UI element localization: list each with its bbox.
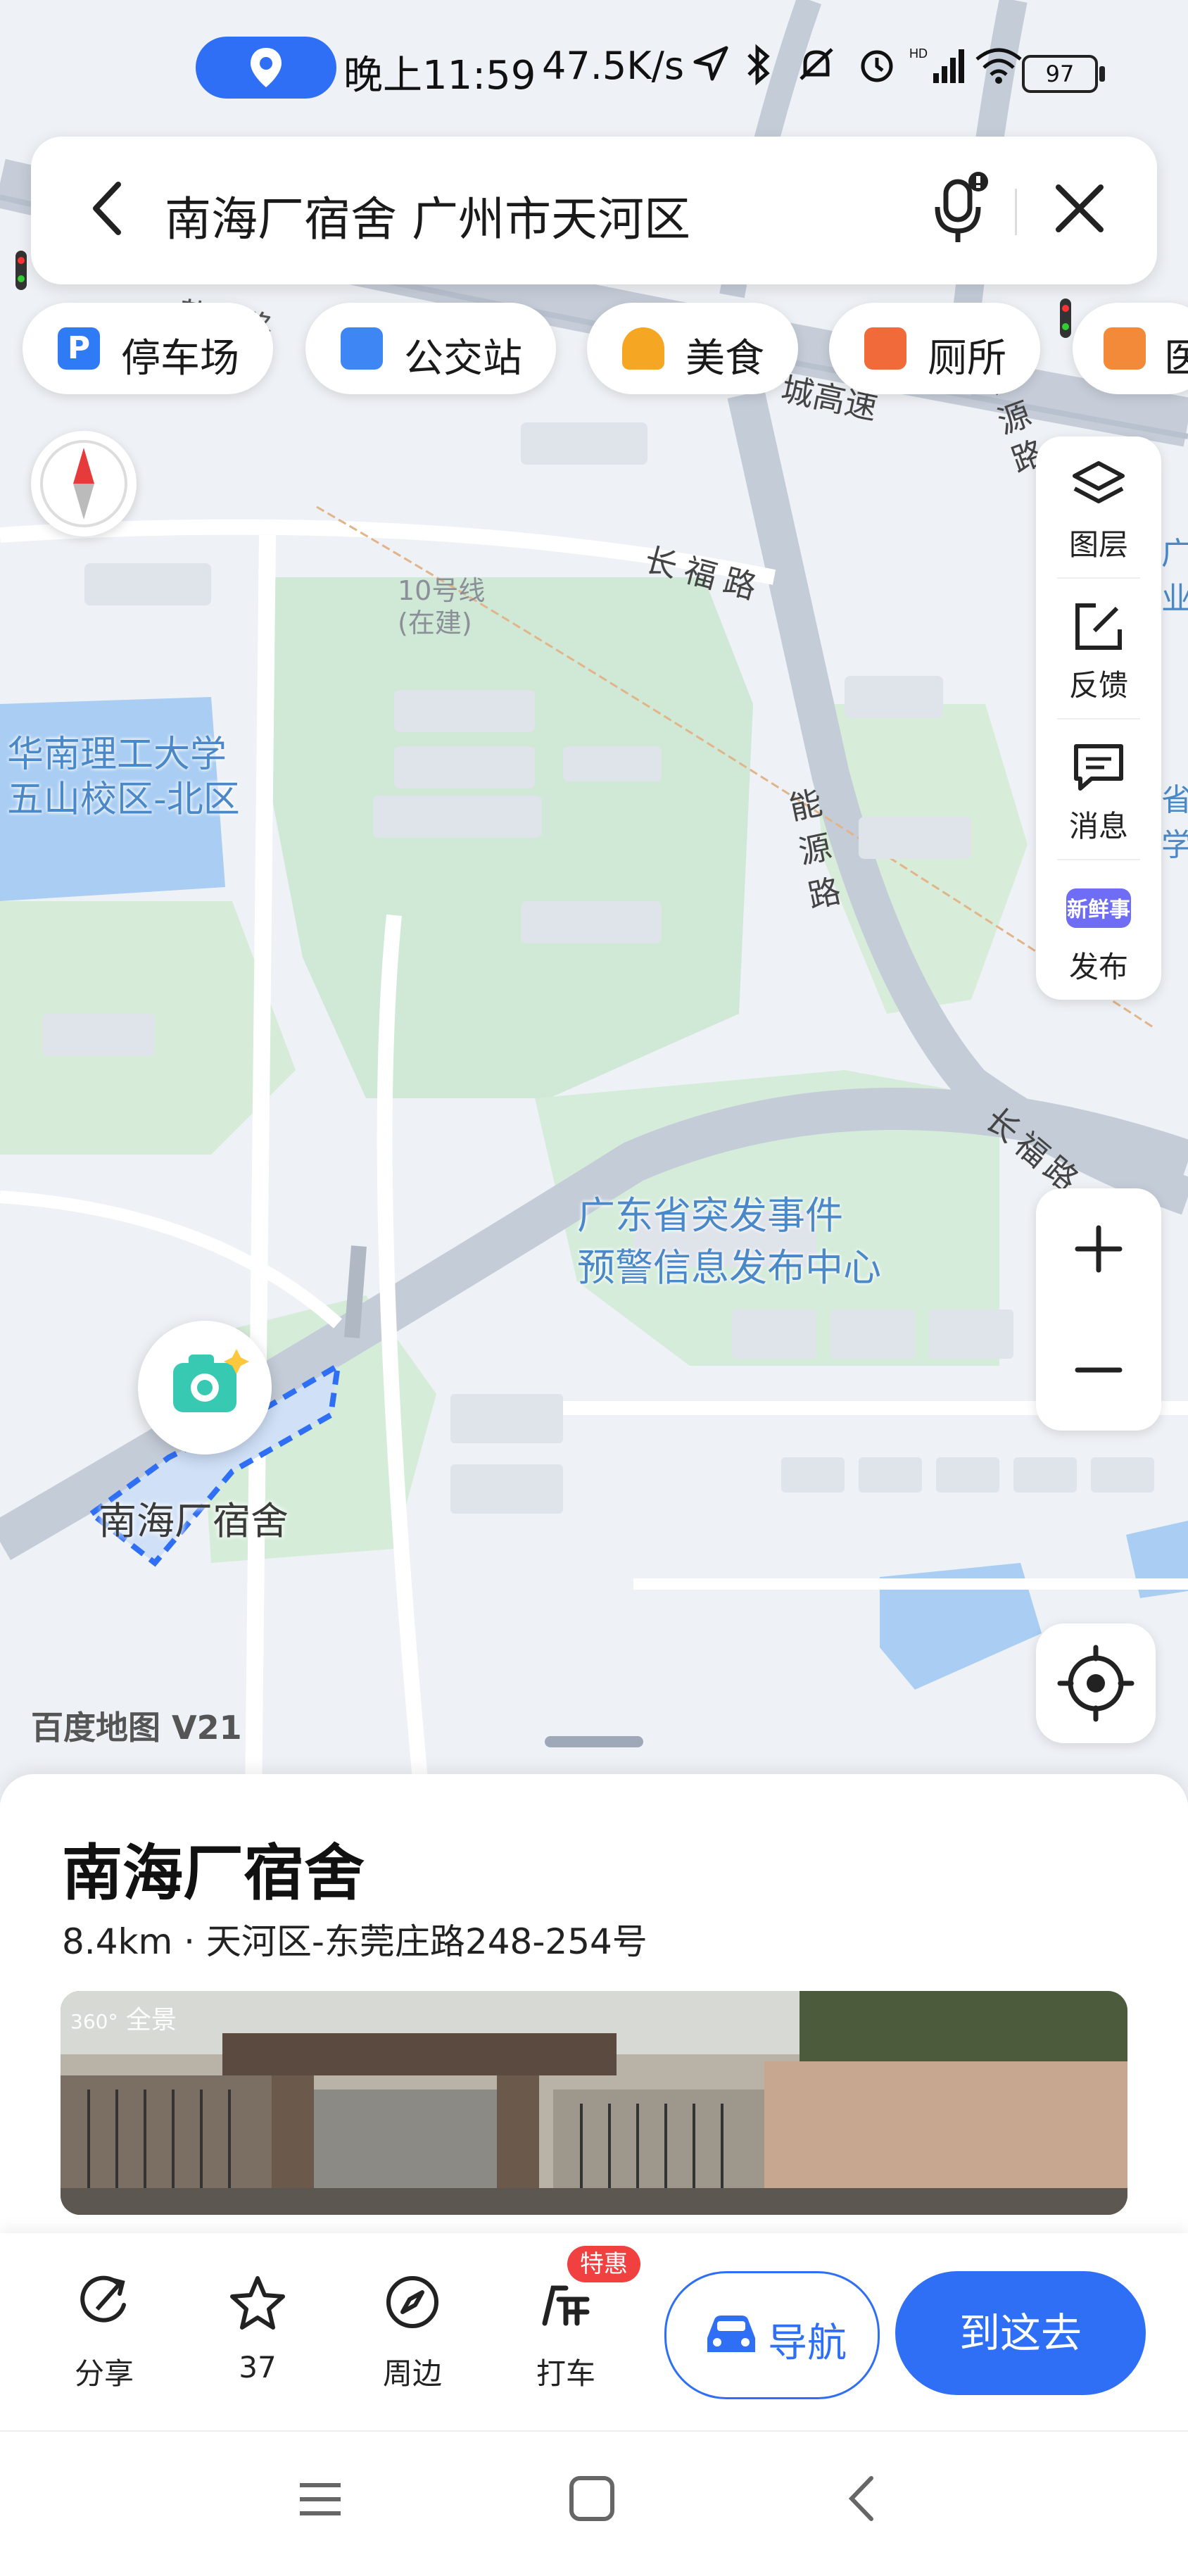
plus-icon: [1075, 1225, 1123, 1273]
chip-label: 医: [1164, 336, 1188, 382]
status-net-speed: 47.5K/s: [542, 44, 684, 88]
close-icon[interactable]: [1051, 180, 1108, 237]
taxi-icon: [542, 2285, 590, 2326]
panorama-label: 全景: [125, 2006, 177, 2035]
campus-label: 华南理工大学 五山校区-北区: [7, 734, 240, 821]
taxi-promo-badge: 特惠: [567, 2246, 640, 2282]
tool-message[interactable]: 消息: [1036, 718, 1161, 859]
feedback-icon: [1075, 603, 1122, 650]
back-arrow-icon[interactable]: [87, 180, 129, 237]
zoom-out-button[interactable]: [1036, 1309, 1161, 1431]
place-title: 南海厂宿舍: [62, 1838, 365, 1909]
crosshair-icon: [1057, 1645, 1135, 1722]
svg-text:HD: HD: [909, 46, 928, 61]
chip-label: 美食: [685, 336, 764, 382]
navigation-arrow-icon: [693, 46, 728, 81]
status-time: 晚上11:59: [343, 53, 536, 99]
go-here-button[interactable]: 到这去: [895, 2271, 1146, 2395]
metro-label: 10号线 (在建): [398, 575, 486, 639]
toilet-icon: [864, 327, 906, 370]
layers-icon: [1073, 461, 1125, 503]
message-icon: [1074, 744, 1123, 791]
tool-publish[interactable]: 新鲜事 发布: [1036, 859, 1161, 1000]
share-icon: [80, 2275, 126, 2323]
locate-me-button[interactable]: [1036, 1623, 1156, 1743]
camera-icon: [173, 1349, 249, 1412]
compass-button[interactable]: [31, 431, 137, 536]
place-photo[interactable]: [61, 1991, 1127, 2215]
navigate-button[interactable]: 导航: [664, 2271, 880, 2399]
edge-label-2: 省轴 学: [1161, 782, 1188, 863]
compass-icon: [40, 440, 127, 527]
center-label: 广东省突发事件 预警信息发布中心: [577, 1193, 881, 1290]
location-pill[interactable]: [196, 37, 336, 99]
alarm-icon: [861, 50, 893, 82]
chip-parking[interactable]: P 停车场: [23, 303, 273, 394]
chip-bus-stop[interactable]: 公交站: [305, 303, 556, 394]
signal-hd-icon: HD: [909, 46, 964, 83]
search-divider: [1015, 189, 1017, 235]
chip-label: 厕所: [928, 336, 1006, 382]
sheet-drag-handle[interactable]: [545, 1736, 643, 1747]
menu-icon[interactable]: [296, 2478, 345, 2520]
panorama-badge[interactable]: 360° 全景: [70, 1999, 177, 2036]
car-icon: [707, 2316, 755, 2352]
system-nav-bar: [0, 2430, 1188, 2576]
street-view-image: [61, 1991, 1127, 2215]
search-bar[interactable]: 南海厂宿舍 广州市天河区: [31, 137, 1157, 284]
panorama-360-icon: 360°: [70, 2010, 118, 2033]
parking-icon: P: [58, 327, 100, 370]
bus-stop-icon: [341, 327, 383, 370]
minus-icon: [1075, 1367, 1123, 1373]
map-tools-panel: 图层 反馈 消息 新鲜事 发布: [1036, 436, 1161, 1000]
zoom-in-button[interactable]: [1036, 1188, 1161, 1309]
wifi-icon: [975, 48, 1022, 84]
tool-layers[interactable]: 图层: [1036, 436, 1161, 577]
chip-toilet[interactable]: 厕所: [829, 303, 1040, 394]
compass-nearby-icon: [386, 2276, 438, 2328]
chip-food[interactable]: 美食: [587, 303, 798, 394]
chip-label: 停车场: [121, 336, 239, 382]
hospital-icon: [1104, 327, 1146, 370]
mute-bell-icon: [800, 48, 833, 80]
home-icon[interactable]: [567, 2474, 617, 2523]
location-pin-icon: [251, 48, 282, 87]
chip-label: 公交站: [404, 336, 522, 382]
microphone-icon[interactable]: [925, 172, 995, 249]
tool-label: 反馈: [1068, 668, 1128, 703]
battery-indicator: 97: [1022, 55, 1105, 93]
bluetooth-icon: [747, 44, 770, 86]
edge-label-1: 广州市 业: [1161, 536, 1188, 617]
place-subtitle: 8.4km · 天河区-东莞庄路248-254号: [62, 1921, 647, 1962]
navigate-label: 导航: [768, 2320, 847, 2366]
star-icon: [230, 2276, 285, 2330]
chip-hospital[interactable]: 医: [1073, 303, 1188, 394]
publish-icon: 新鲜事: [1066, 888, 1131, 928]
poi-marker[interactable]: [138, 1321, 272, 1455]
poi-label[interactable]: 南海厂宿舍: [99, 1490, 289, 1545]
action-label: 37: [239, 2350, 277, 2385]
tool-label: 消息: [1068, 809, 1128, 843]
action-label: 分享: [74, 2356, 134, 2391]
zoom-controls: [1036, 1188, 1161, 1431]
status-bar: 晚上11:59 47.5K/s HD 97: [0, 27, 1188, 111]
back-icon[interactable]: [845, 2474, 880, 2523]
tool-label: 发布: [1068, 950, 1128, 984]
tool-feedback[interactable]: 反馈: [1036, 577, 1161, 718]
search-query[interactable]: 南海厂宿舍 广州市天河区: [165, 182, 690, 249]
svg-text:新鲜事: 新鲜事: [1067, 898, 1130, 922]
tool-label: 图层: [1068, 527, 1128, 562]
action-label: 周边: [382, 2356, 442, 2391]
action-label: 打车: [536, 2356, 595, 2391]
map-watermark: 百度地图 V21: [31, 1709, 242, 1747]
food-icon: [622, 327, 664, 370]
